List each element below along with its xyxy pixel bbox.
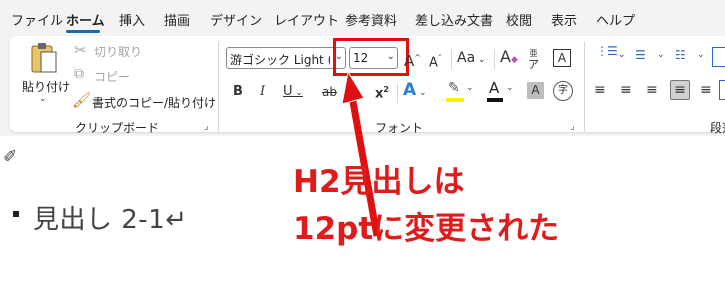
copy-label: コピー [94,70,131,84]
tab-draw[interactable]: 描画 [164,10,190,29]
text-effects-icon: A [403,80,417,100]
highlight-color-swatch [446,98,464,102]
tab-design[interactable]: デザイン [210,10,262,29]
paragraph-group-label: 段落 [710,121,725,135]
character-border-icon: A [557,51,567,65]
clipboard-dialog-launcher[interactable]: ⌟ [204,121,209,132]
indent-button[interactable] [712,47,725,67]
chevron-down-icon[interactable]: ⌄ [39,94,47,104]
tab-home[interactable]: ホーム [66,10,105,29]
chevron-down-icon[interactable]: ⌄ [466,83,474,93]
tab-mailings[interactable]: 差し込み文書 [415,10,493,29]
font-color-icon: A [489,79,500,97]
change-case-icon: Aa [457,50,476,66]
separator [397,83,398,103]
highlighter-icon: ✎ [448,80,460,96]
document-heading[interactable]: 見出し 2-1↵ [33,199,188,236]
heading-bullet [13,211,19,217]
underline-icon: U [283,84,293,99]
align-left-button[interactable]: ≡ [594,80,606,100]
font-color-button[interactable]: A ⌄ [486,79,514,104]
tab-view[interactable]: 表示 [551,10,577,29]
clear-formatting-icon: A [500,47,511,66]
paste-label: 貼り付け [22,80,71,94]
format-painter-label: 書式のコピー/貼り付け [92,96,217,110]
copy-icon: ⧉ [74,66,84,82]
scissors-icon: ✂ [74,41,87,59]
tab-references[interactable]: 参考資料 [345,10,397,29]
annotation-line-2: 12ptに変更された [293,211,560,247]
bold-button[interactable]: B [233,82,243,102]
group-divider [218,42,219,132]
character-border-button[interactable]: A [553,49,571,67]
tab-help[interactable]: ヘルプ [596,10,635,29]
text-effects-button[interactable]: A ⌄ [403,80,427,103]
chevron-down-icon[interactable]: ⌄ [697,50,705,60]
font-color-swatch [487,98,503,102]
enclose-characters-button[interactable]: 字 [553,81,573,101]
separator [494,49,495,69]
clear-formatting-button[interactable]: A◆ [500,47,518,70]
align-right-button[interactable]: ≡ [646,80,658,100]
character-shading-button[interactable]: A [527,82,544,99]
tab-insert[interactable]: 挿入 [119,10,145,29]
line-spacing-button[interactable] [719,80,725,100]
align-center-button[interactable]: ≡ [620,80,632,100]
shrink-font-icon: A [429,55,438,71]
chevron-down-icon[interactable]: ⌄ [657,50,665,60]
highlight-color-button[interactable]: ✎ ⌄ [446,80,474,104]
grow-font-icon: A [404,52,415,70]
ribbon-tab-bar: ファイル ホーム 挿入 描画 デザイン レイアウト 参考資料 差し込み文書 校閲… [0,0,725,36]
clipboard-group-label: クリップボード [75,121,160,135]
grow-font-button[interactable]: A^ [404,48,421,71]
numbered-list-icon: ☰ [635,48,646,62]
separator [451,49,452,69]
clipboard-icon [31,43,57,73]
tab-layout[interactable]: レイアウト [274,10,339,29]
paste-button[interactable]: 貼り付け ⌄ [22,42,70,108]
bullet-list-icon: ⋮☰ [596,44,618,58]
designer-wand-icon[interactable]: ✐ [3,147,17,167]
cut-label: 切り取り [94,45,143,59]
underline-button[interactable]: U ⌄ [283,82,303,103]
font-name-combo[interactable]: 游ゴシック Light (見出 ⌄ [226,47,346,69]
tab-review[interactable]: 校閲 [506,10,532,29]
group-divider [584,42,585,132]
tab-file[interactable]: ファイル [11,10,63,29]
chevron-down-icon[interactable]: ⌄ [506,83,514,93]
paintbrush-icon: 🖌 [72,91,92,109]
font-dialog-launcher[interactable]: ⌟ [570,121,575,132]
phonetic-guide-icon: ア [528,58,539,71]
chevron-down-icon[interactable]: ⌄ [618,50,626,60]
font-name-value: 游ゴシック Light (見出 [230,53,330,67]
phonetic-guide-button[interactable]: 亜ア [528,47,539,70]
justify-button[interactable]: ≡ [670,80,690,100]
active-tab-indicator [66,30,100,33]
multilevel-list-icon: ☷ [675,48,686,62]
distributed-button[interactable]: ≡ [700,80,712,100]
annotation-line-1: H2見出しは [293,164,465,200]
change-case-button[interactable]: Aa ⌄ [457,48,486,70]
shrink-font-button[interactable]: Aˇ [429,49,442,73]
italic-button[interactable]: I [260,82,265,102]
